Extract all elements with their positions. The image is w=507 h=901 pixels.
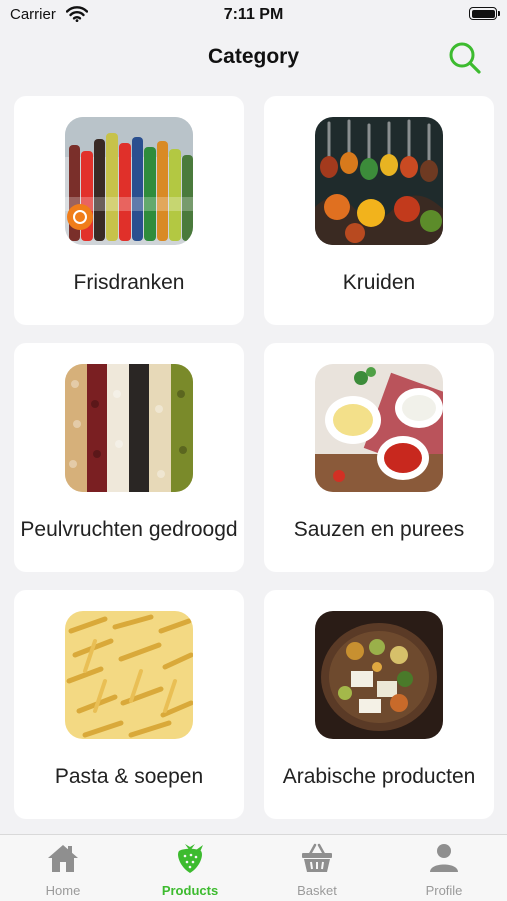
- sauces-image: [315, 364, 443, 492]
- category-card-arabische-producten[interactable]: Arabische producten: [264, 590, 494, 819]
- tab-basket[interactable]: Basket: [254, 835, 380, 901]
- tab-home[interactable]: Home: [0, 835, 126, 901]
- tab-bar: Home Products Basket Profile: [0, 834, 507, 901]
- category-card-peulvruchten-gedroogd[interactable]: Peulvruchten gedroogd: [14, 343, 244, 572]
- dried-legumes-image: [65, 364, 193, 492]
- tab-label: Profile: [425, 883, 463, 898]
- tab-label: Products: [161, 883, 219, 898]
- category-label: Peulvruchten gedroogd: [20, 518, 238, 541]
- status-time: 7:11 PM: [223, 6, 284, 23]
- category-card-sauzen-en-purees[interactable]: Sauzen en purees: [264, 343, 494, 572]
- status-bar: Carrier 7:11 PM: [0, 0, 507, 30]
- category-card-kruiden[interactable]: Kruiden: [264, 96, 494, 325]
- strawberry-icon: [178, 844, 203, 873]
- person-icon: [430, 844, 458, 872]
- basket-icon: [302, 843, 332, 872]
- tab-products[interactable]: Products: [127, 835, 253, 901]
- category-card-frisdranken[interactable]: Frisdranken: [14, 96, 244, 325]
- pasta-image: [65, 611, 193, 739]
- tab-label: Basket: [297, 883, 337, 898]
- spices-image: [315, 117, 443, 245]
- tab-label: Home: [45, 883, 81, 898]
- search-button[interactable]: [447, 40, 483, 76]
- search-icon: [449, 42, 481, 74]
- tab-profile[interactable]: Profile: [381, 835, 507, 901]
- page-title: Category: [207, 45, 300, 68]
- soft-drinks-image: [65, 117, 193, 245]
- category-label: Sauzen en purees: [293, 518, 465, 541]
- category-label: Arabische producten: [282, 765, 476, 788]
- category-label: Pasta & soepen: [54, 765, 204, 788]
- arabic-products-image: [315, 611, 443, 739]
- category-label: Kruiden: [342, 271, 416, 294]
- battery-icon: [469, 7, 500, 20]
- home-icon: [48, 845, 78, 872]
- category-card-pasta-en-soepen[interactable]: Pasta & soepen: [14, 590, 244, 819]
- category-label: Frisdranken: [73, 271, 185, 294]
